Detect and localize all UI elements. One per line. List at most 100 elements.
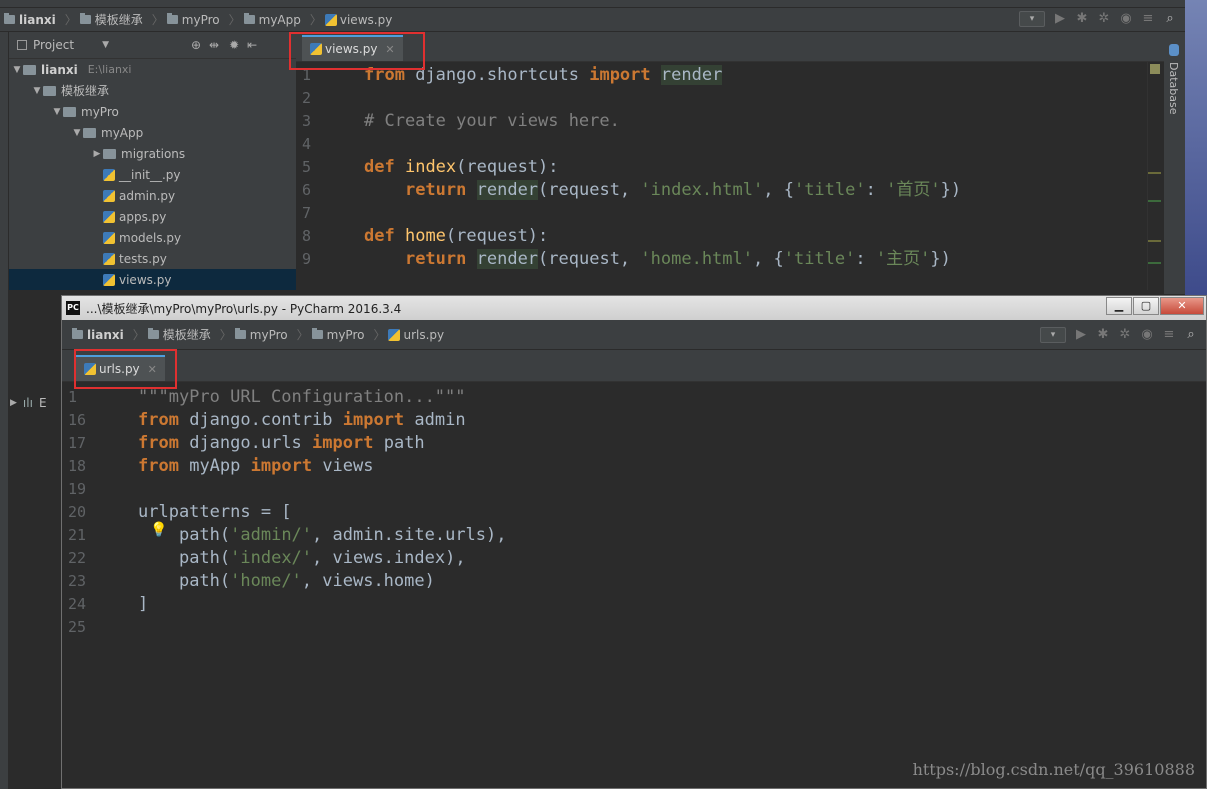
collapsed-tree-item[interactable]: ▶ ılı E <box>10 396 47 410</box>
folder-icon <box>166 13 178 24</box>
line-number: 20 <box>68 503 87 521</box>
tree-file[interactable]: __init__.py <box>9 164 296 185</box>
code-line[interactable]: 3 # Create your views here. <box>296 110 1164 133</box>
code-area[interactable]: 1 """myPro URL Configuration...""" 16 from … <box>62 382 1206 639</box>
breadcrumb-separator: 〉 <box>151 13 164 27</box>
breadcrumb-item[interactable]: myPro <box>311 328 364 342</box>
code-line[interactable]: 16 from django.contrib import admin <box>62 409 1206 432</box>
inspection-icon[interactable] <box>1150 64 1160 74</box>
python-file-icon <box>103 231 115 244</box>
coverage-icon[interactable]: ✲ <box>1118 328 1132 342</box>
code-line[interactable]: 22 path('index/', views.index), <box>62 547 1206 570</box>
code-area[interactable]: 1 from django.shortcuts import render 2 3 # … <box>296 62 1164 271</box>
breadcrumb-separator: 〉 <box>309 13 322 27</box>
project-tree: ▼ 模板继承 ▼ myPro ▼ myApp ▶ migrations __init__.py a… <box>9 80 296 290</box>
collapse-icon[interactable]: ⇹ <box>209 38 219 52</box>
breadcrumb-item[interactable]: urls.py <box>388 328 444 342</box>
code-line[interactable]: 17 from django.urls import path <box>62 432 1206 455</box>
code-line[interactable]: 4 <box>296 133 1164 156</box>
debug-icon[interactable]: ✱ <box>1096 328 1110 342</box>
code-text: path('admin/', admin.site.urls), <box>178 525 507 545</box>
code-line[interactable]: 25 <box>62 616 1206 639</box>
close-button[interactable]: ✕ <box>1160 297 1204 315</box>
chevron-down-icon[interactable]: ▼ <box>11 65 23 75</box>
code-line[interactable]: 21 path('admin/', admin.site.urls), <box>62 524 1206 547</box>
error-stripe <box>1147 62 1161 290</box>
code-line[interactable]: 1 """myPro URL Configuration...""" <box>62 386 1206 409</box>
breadcrumb-item[interactable]: lianxi <box>4 13 56 27</box>
profile-icon[interactable]: ◉ <box>1119 12 1133 26</box>
lightbulb-icon[interactable]: 💡 <box>150 522 167 538</box>
line-number: 16 <box>68 411 87 429</box>
chevron-right-icon[interactable]: ▶ <box>91 149 103 159</box>
run-config-dropdown[interactable]: ▾ <box>1040 327 1066 343</box>
breadcrumb: lianxi 〉模板继承〉 myPro 〉 myPro 〉 urls.py <box>62 320 1206 350</box>
tree-file[interactable]: models.py <box>9 227 296 248</box>
breadcrumb-item[interactable]: 模板继承 <box>147 326 211 343</box>
folder-icon <box>79 13 91 24</box>
structure-icon[interactable]: ≡ <box>1162 328 1176 342</box>
code-line[interactable]: 7 <box>296 202 1164 225</box>
breadcrumb-label: urls.py <box>403 327 445 342</box>
maximize-button[interactable]: ▢ <box>1133 297 1159 315</box>
code-line[interactable]: 2 <box>296 87 1164 110</box>
breadcrumb-item[interactable]: myPro <box>166 13 220 27</box>
breadcrumb-item[interactable]: lianxi <box>72 328 124 342</box>
pycharm-window-urls: PC ...\模板继承\myPro\myPro\urls.py - PyChar… <box>61 295 1207 789</box>
tree-folder[interactable]: ▼ 模板继承 <box>9 80 296 101</box>
code-line[interactable]: 5 def index(request): <box>296 156 1164 179</box>
run-icon[interactable]: ▶ <box>1053 12 1067 26</box>
run-icon[interactable]: ▶ <box>1074 328 1088 342</box>
code-line[interactable]: 18 from myApp import views <box>62 455 1206 478</box>
tree-file[interactable]: admin.py <box>9 185 296 206</box>
python-file-icon <box>103 273 115 286</box>
structure-icon[interactable]: ≡ <box>1141 12 1155 26</box>
sync-icon[interactable]: ⊕ <box>191 38 201 52</box>
code-text: # Create your views here. <box>364 111 620 131</box>
code-line[interactable]: 1 from django.shortcuts import render <box>296 64 1164 87</box>
tree-file[interactable]: views.py <box>9 269 296 290</box>
code-line[interactable]: 20 urlpatterns = [ <box>62 501 1206 524</box>
code-line[interactable]: 24] <box>62 593 1206 616</box>
chevron-right-icon[interactable]: ▶ <box>10 398 17 408</box>
tree-folder[interactable]: ▶ migrations <box>9 143 296 164</box>
chevron-down-icon[interactable]: ▼ <box>102 40 109 50</box>
database-icon[interactable] <box>1169 44 1179 56</box>
code-text: path('home/', views.home) <box>178 571 435 591</box>
gear-icon[interactable]: ✹ <box>229 38 239 52</box>
breadcrumb-item[interactable]: myPro <box>234 328 288 342</box>
tree-folder[interactable]: ▼ myPro <box>9 101 296 122</box>
code-line[interactable]: 23 path('home/', views.home) <box>62 570 1206 593</box>
breadcrumb-item[interactable]: 模板继承 <box>79 11 143 28</box>
profile-icon[interactable]: ◉ <box>1140 328 1154 342</box>
code-line[interactable]: 8 def home(request): <box>296 225 1164 248</box>
chevron-down-icon[interactable]: ▼ <box>51 107 63 117</box>
tree-root[interactable]: ▼ lianxi E:\lianxi <box>9 59 296 80</box>
project-panel-title[interactable]: Project <box>33 38 74 52</box>
database-tool-button[interactable]: Database <box>1167 62 1180 115</box>
tree-folder[interactable]: ▼ myApp <box>9 122 296 143</box>
python-file-icon <box>103 168 115 181</box>
folder-icon <box>243 13 255 24</box>
folder-icon <box>43 85 56 96</box>
code-line[interactable]: 9 return render(request, 'home.html', {'… <box>296 248 1164 271</box>
run-config-dropdown[interactable]: ▾ <box>1019 11 1045 27</box>
breadcrumb-label: 模板继承 <box>162 328 211 342</box>
window-title-bar[interactable]: PC ...\模板继承\myPro\myPro\urls.py - PyChar… <box>62 296 1206 320</box>
breadcrumb-item[interactable]: myApp <box>243 13 301 27</box>
search-icon[interactable]: ⌕ <box>1163 12 1177 26</box>
minimize-button[interactable]: ▁ <box>1106 297 1132 315</box>
watermark: https://blog.csdn.net/qq_39610888 <box>912 760 1195 779</box>
chevron-down-icon[interactable]: ▼ <box>71 128 83 138</box>
tree-file[interactable]: tests.py <box>9 248 296 269</box>
breadcrumb-item[interactable]: views.py <box>324 13 392 27</box>
debug-icon[interactable]: ✱ <box>1075 12 1089 26</box>
code-line[interactable]: 19 <box>62 478 1206 501</box>
hide-icon[interactable]: ⇤ <box>247 38 257 52</box>
coverage-icon[interactable]: ✲ <box>1097 12 1111 26</box>
right-tool-strip: Database <box>1164 32 1185 294</box>
code-line[interactable]: 6 return render(request, 'index.html', {… <box>296 179 1164 202</box>
tree-file[interactable]: apps.py <box>9 206 296 227</box>
chevron-down-icon[interactable]: ▼ <box>31 86 43 96</box>
search-icon[interactable]: ⌕ <box>1184 328 1198 342</box>
